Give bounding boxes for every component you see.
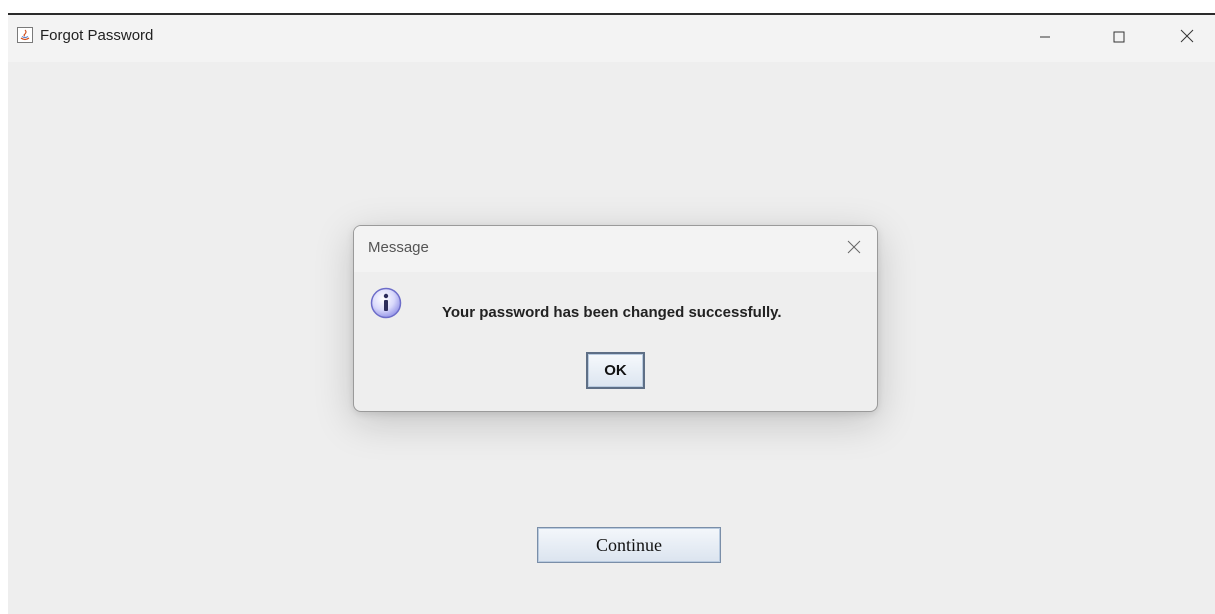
minimize-button[interactable] — [1022, 15, 1068, 62]
dialog-close-button[interactable] — [841, 236, 867, 262]
continue-button[interactable]: Continue — [537, 527, 721, 563]
ok-button[interactable]: OK — [586, 352, 645, 389]
minimize-icon — [1039, 30, 1051, 48]
info-icon — [370, 287, 402, 319]
dialog-message: Your password has been changed successfu… — [442, 304, 782, 321]
close-icon — [1180, 29, 1194, 48]
message-dialog: Message Your password has been changed s… — [353, 225, 878, 412]
java-app-icon — [17, 27, 33, 43]
window-title: Forgot Password — [40, 27, 154, 44]
maximize-button[interactable] — [1096, 15, 1142, 62]
window-titlebar[interactable]: Forgot Password — [8, 15, 1215, 62]
dialog-title: Message — [368, 239, 429, 256]
dialog-titlebar[interactable]: Message — [354, 226, 877, 272]
close-button[interactable] — [1164, 15, 1210, 62]
close-icon — [847, 240, 861, 259]
maximize-icon — [1113, 30, 1125, 48]
